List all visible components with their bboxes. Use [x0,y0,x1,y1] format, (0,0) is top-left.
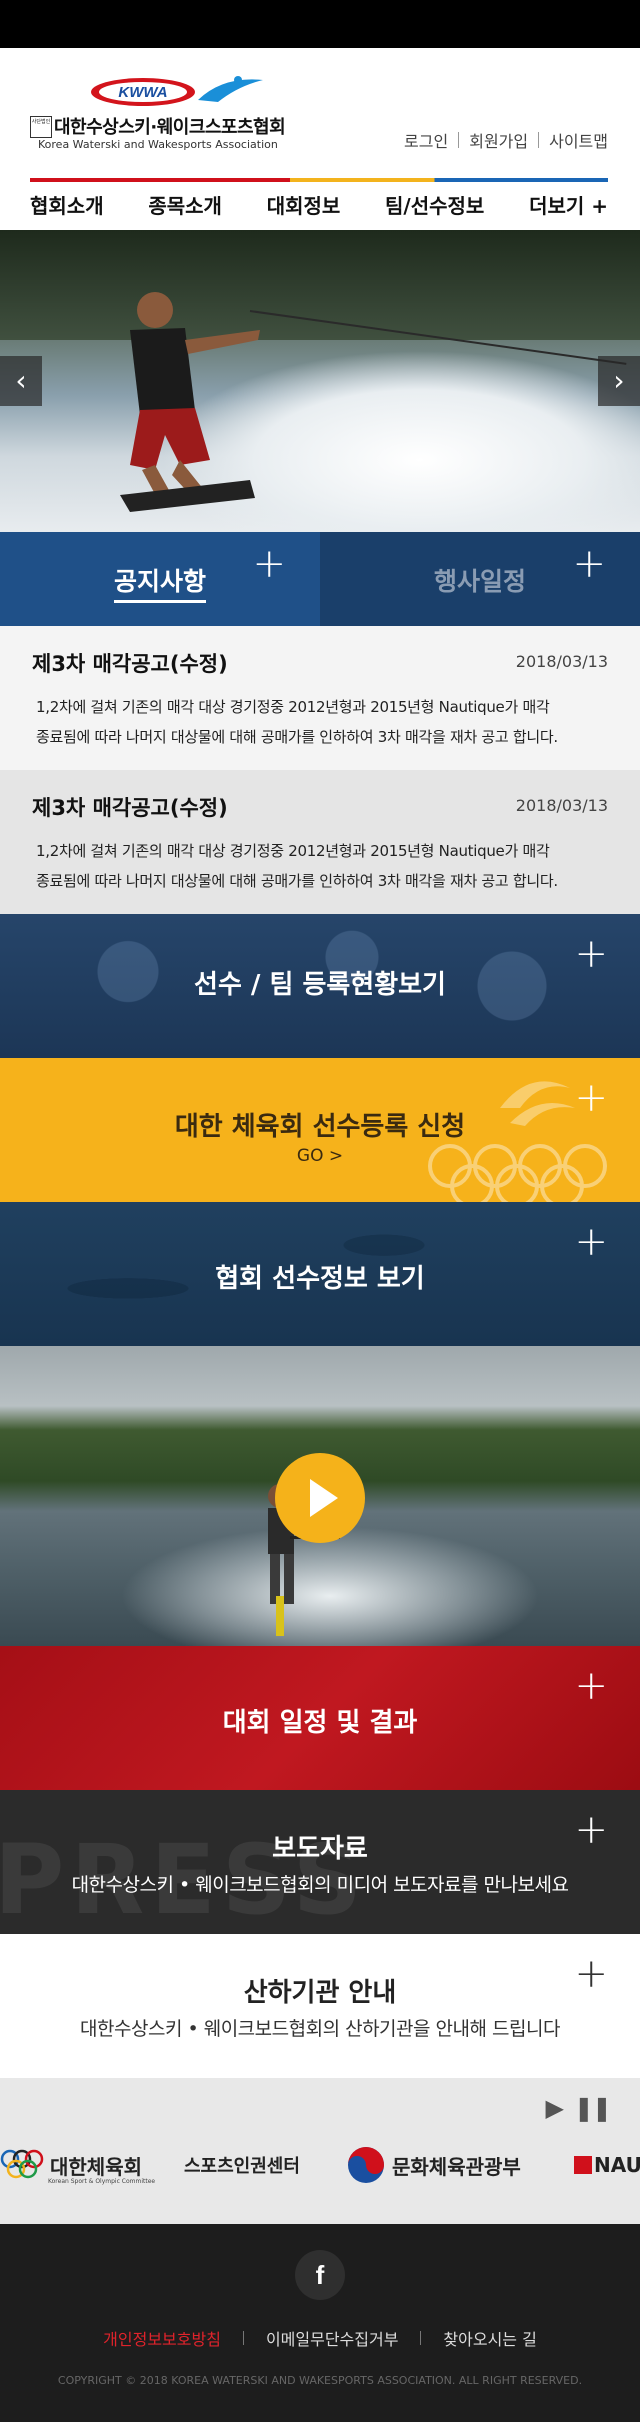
site-header: KWWA 사단법인 대한수상스키·웨이크스포츠협회 Korea Waterski… [0,48,640,178]
divider [538,132,540,148]
partner-ministry-culture[interactable]: 문화체육관광부 [346,2140,521,2190]
kwwa-logo-mark: KWWA [91,76,263,106]
athlete-info-title: 협회 선수정보 보기 [215,1264,425,1294]
main-navigation: 협회소개 종목소개 대회정보 팀/선수정보 더보기 + [0,178,640,230]
hero-prev-arrow-icon[interactable]: ‹ [0,356,42,406]
copyright: COPYRIGHT © 2018 KOREA WATERSKI AND WAKE… [57,2374,583,2387]
join-link[interactable]: 회원가입 [469,128,528,152]
nav-item-teams[interactable]: 팀/선수정보 [385,190,484,219]
partner-nautique[interactable]: NAU [574,2140,640,2190]
orgs-title: 산하기관 안내 [243,1978,397,2008]
nav-item-about[interactable]: 협회소개 [30,190,104,219]
nav-item-competitions[interactable]: 대회정보 [267,190,341,219]
press-release-banner[interactable]: PRESS 보도자료 대한수상스키 • 웨이크보드협회의 미디어 보도자료를 만… [0,1790,640,1934]
privacy-policy-link[interactable]: 개인정보보호방침 [103,2326,221,2350]
partner-kspo[interactable]: 대한체육회 Korean Sport & Olympic Committee [0,2140,155,2190]
notice-item[interactable]: 제3차 매각공고(수정) 2018/03/13 1,2차에 걸쳐 기존의 매각 … [0,770,640,914]
site-logo[interactable]: KWWA 사단법인 대한수상스키·웨이크스포츠협회 Korea Waterski… [30,72,330,152]
notice-body-line: 종료됨에 따라 나머지 대상물에 대해 공매가를 인하하여 3차 매각을 재차 … [36,728,558,746]
kspo-plus-icon[interactable]: + [574,1078,608,1118]
taegeuk-icon [348,2147,384,2183]
results-plus-icon[interactable]: + [574,1666,608,1706]
athlete-info-banner[interactable]: 협회 선수정보 보기 + [0,1202,640,1346]
nav-color-line [30,178,608,182]
play-icon[interactable]: ▶ [546,2094,564,2122]
partner-logos: ▶ ❚❚ 대한체육회 Korean Sport & Olympic Commit… [0,2078,640,2224]
press-subtitle: 대한수상스키 • 웨이크보드협회의 미디어 보도자료를 만나보세요 [71,1874,569,1896]
directions-link[interactable]: 찾아오시는 길 [443,2326,536,2350]
divider [458,132,460,148]
footer-links: 개인정보보호방침 이메일무단수집거부 찾아오시는 길 [0,2326,640,2350]
divider [242,2331,244,2345]
partner-subname: Korean Sport & Olympic Committee [48,2178,156,2185]
email-refusal-link[interactable]: 이메일무단수집거부 [266,2326,398,2350]
kspo-registration-title: 대한 체육회 선수등록 신청 [174,1112,466,1142]
events-more-plus-icon[interactable]: + [572,544,606,584]
tab-notices-label: 공지사항 [113,567,206,603]
notice-body-line: 종료됨에 따라 나머지 대상물에 대해 공매가를 인하하여 3차 매각을 재차 … [36,872,558,890]
kspo-registration-banner[interactable]: 대한 체육회 선수등록 신청 GO > + [0,1058,640,1202]
affiliated-orgs-banner[interactable]: 산하기관 안내 대한수상스키 • 웨이크보드협회의 산하기관을 안내해 드립니다… [0,1934,640,2078]
notice-body-line: 1,2차에 걸쳐 기존의 매각 대상 경기정중 2012년형과 2015년형 N… [36,698,550,716]
logo-korean-name: 대한수상스키·웨이크스포츠협회 [54,117,286,138]
competition-results-title: 대회 일정 및 결과 [222,1708,418,1738]
partner-name: 대한체육회 [50,2154,142,2179]
registration-status-banner[interactable]: 선수 / 팀 등록현황보기 + [0,914,640,1058]
top-black-bar [0,0,640,48]
video-play-button[interactable] [275,1453,365,1543]
site-footer: f 개인정보보호방침 이메일무단수집거부 찾아오시는 길 COPYRIGHT ©… [0,2224,640,2422]
nav-item-more[interactable]: 더보기 + [529,190,608,219]
login-link[interactable]: 로그인 [404,128,448,152]
registration-plus-icon[interactable]: + [574,934,608,974]
hero-next-arrow-icon[interactable]: › [598,356,640,406]
registration-status-title: 선수 / 팀 등록현황보기 [194,970,446,1000]
partner-name: 스포츠인권센터 [184,2156,300,2177]
notice-date: 2018/03/13 [515,652,608,671]
athlete-info-plus-icon[interactable]: + [574,1222,608,1262]
press-title: 보도자료 [272,1834,368,1864]
notice-item[interactable]: 제3차 매각공고(수정) 2018/03/13 1,2차에 걸쳐 기존의 매각 … [0,626,640,770]
competition-results-banner[interactable]: 대회 일정 및 결과 + [0,1646,640,1790]
hero-slider: ‹ › [0,230,640,532]
utility-links: 로그인 회원가입 사이트맵 [404,128,608,152]
press-plus-icon[interactable]: + [574,1810,608,1850]
logo-mark-text: KWWA [118,84,167,101]
divider [420,2331,422,2345]
tab-events-label: 행사일정 [433,567,526,596]
logo-english-name: Korea Waterski and Wakesports Associatio… [38,138,278,151]
tab-events[interactable]: 행사일정 + [320,532,640,626]
orgs-subtitle: 대한수상스키 • 웨이크보드협회의 산하기관을 안내해 드립니다 [80,2018,560,2040]
nav-item-sports[interactable]: 종목소개 [148,190,222,219]
partner-sports-rights-center[interactable]: 스포츠인권센터 [178,2140,300,2190]
partner-name: NAU [594,2153,640,2177]
kspo-go-link[interactable]: GO > [0,1146,640,1166]
kspo-rings-icon [0,2149,44,2179]
notice-date: 2018/03/13 [515,796,608,815]
pause-icon[interactable]: ❚❚ [574,2094,612,2122]
orgs-plus-icon[interactable]: + [574,1954,608,1994]
notice-body-line: 1,2차에 걸쳐 기존의 매각 대상 경기정중 2012년형과 2015년형 N… [36,842,550,860]
logo-badge: 사단법인 [30,116,52,138]
board-tabs: 공지사항 + 행사일정 + [0,532,640,626]
facebook-icon[interactable]: f [295,2250,345,2300]
hero-wakeboarder-image [120,292,260,512]
video-section [0,1346,640,1646]
tab-notices[interactable]: 공지사항 + [0,532,320,626]
sitemap-link[interactable]: 사이트맵 [549,128,608,152]
notice-body: 1,2차에 걸쳐 기존의 매각 대상 경기정중 2012년형과 2015년형 N… [32,692,608,752]
notice-body: 1,2차에 걸쳐 기존의 매각 대상 경기정중 2012년형과 2015년형 N… [32,836,608,896]
partner-name: 문화체육관광부 [392,2154,521,2179]
notices-more-plus-icon[interactable]: + [252,544,286,584]
nautique-logo-icon [574,2156,592,2174]
